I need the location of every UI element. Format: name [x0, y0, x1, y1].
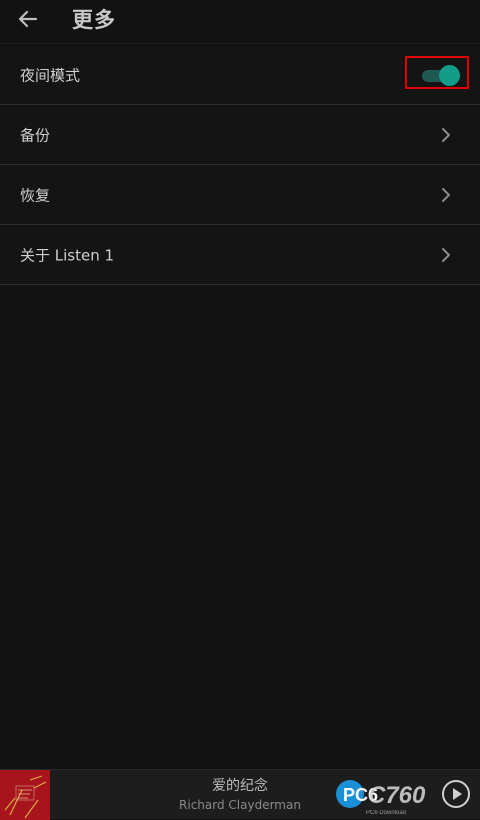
settings-item-label: 关于 Listen 1 [20, 246, 115, 264]
svg-text:PC6 Download: PC6 Download [366, 810, 406, 816]
highlight-box [405, 56, 469, 89]
settings-item-night-mode[interactable]: 夜间模式 [0, 45, 480, 105]
toggle-knob [439, 65, 460, 86]
app-header: 更多 [0, 0, 480, 44]
settings-list: 夜间模式 备份 恢复 关于 Listen 1 [0, 45, 480, 285]
chevron-right-icon [442, 127, 450, 142]
settings-item-about[interactable]: 关于 Listen 1 [0, 225, 480, 285]
mini-player[interactable]: 爱的纪念 Richard Clayderman PC6 C760 PC6 Dow… [0, 769, 480, 820]
chevron-right-icon [442, 187, 450, 202]
settings-item-label: 备份 [20, 126, 51, 144]
chevron-right-icon [442, 247, 450, 262]
settings-item-label: 恢复 [20, 186, 51, 204]
arrow-left-icon [18, 10, 38, 28]
settings-item-label: 夜间模式 [20, 66, 81, 84]
night-mode-toggle[interactable] [422, 65, 460, 86]
play-icon[interactable] [440, 778, 472, 810]
settings-item-restore[interactable]: 恢复 [0, 165, 480, 225]
svg-text:C760: C760 [368, 782, 426, 809]
settings-item-backup[interactable]: 备份 [0, 105, 480, 165]
page-title: 更多 [72, 8, 116, 32]
back-button[interactable] [14, 5, 42, 33]
